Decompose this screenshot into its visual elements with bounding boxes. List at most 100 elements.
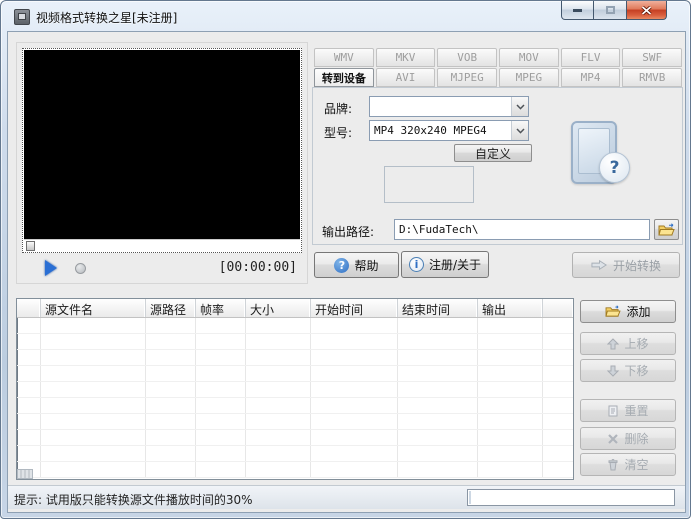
stop-icon[interactable] — [75, 263, 86, 274]
tab-mpeg[interactable]: MPEG — [499, 68, 559, 87]
seek-bar[interactable] — [24, 239, 300, 251]
tab-mkv[interactable]: MKV — [376, 48, 436, 67]
table-row[interactable] — [17, 446, 573, 462]
brand-label: 品牌: — [324, 100, 352, 117]
app-window: 视频格式转换之星[未注册] [00:00:00] — [0, 0, 691, 519]
window-controls — [561, 1, 667, 20]
seek-thumb[interactable] — [26, 241, 35, 251]
table-cell — [543, 366, 573, 381]
brand-select[interactable] — [369, 96, 529, 117]
table-cell — [478, 414, 543, 429]
maximize-icon — [606, 6, 615, 14]
table-cell — [196, 446, 246, 461]
start-convert-button[interactable]: 开始转换 — [572, 252, 680, 278]
table-cell — [146, 382, 196, 397]
column-header-6[interactable]: 结束时间 — [398, 299, 478, 317]
table-row[interactable] — [17, 382, 573, 398]
table-cell — [196, 334, 246, 349]
output-path-input[interactable] — [394, 219, 650, 240]
tab-rmvb[interactable]: RMVB — [622, 68, 682, 87]
table-cell — [311, 334, 398, 349]
device-logo-box — [384, 166, 474, 203]
model-select[interactable]: MP4 320x240 MPEG4 — [369, 120, 529, 141]
arrow-up-icon — [607, 338, 619, 350]
column-header-7[interactable]: 输出 — [478, 299, 543, 317]
table-row[interactable] — [17, 398, 573, 414]
table-cell — [398, 350, 478, 365]
scroll-grip[interactable] — [17, 469, 33, 479]
format-tab-row-2: 转到设备AVIMJPEGMPEGMP4RMVB — [314, 68, 682, 87]
close-button[interactable] — [626, 1, 667, 20]
add-button[interactable]: 添加 — [580, 300, 676, 323]
table-cell — [246, 350, 311, 365]
table-cell — [478, 398, 543, 413]
table-cell — [246, 462, 311, 477]
table-cell — [398, 398, 478, 413]
column-header-2[interactable]: 源路径 — [146, 299, 196, 317]
table-cell — [478, 350, 543, 365]
table-row[interactable] — [17, 414, 573, 430]
clear-button[interactable]: 清空 — [580, 453, 676, 476]
move-up-button[interactable]: 上移 — [580, 332, 676, 355]
table-cell — [398, 462, 478, 477]
tab-mjpeg[interactable]: MJPEG — [437, 68, 497, 87]
tab-mp4[interactable]: MP4 — [561, 68, 621, 87]
delete-button[interactable]: 删除 — [580, 427, 676, 450]
table-cell — [41, 414, 146, 429]
table-row[interactable] — [17, 430, 573, 446]
table-cell — [196, 318, 246, 333]
table-cell — [478, 430, 543, 445]
chevron-down-icon[interactable] — [511, 97, 528, 116]
tab-wmv[interactable]: WMV — [314, 48, 374, 67]
table-cell — [478, 366, 543, 381]
help-button[interactable]: ? 帮助 — [314, 252, 399, 278]
tab-vob[interactable]: VOB — [437, 48, 497, 67]
table-cell — [543, 350, 573, 365]
tab-flv[interactable]: FLV — [561, 48, 621, 67]
table-cell — [17, 366, 41, 381]
column-header-blank-8[interactable] — [543, 299, 573, 317]
table-cell — [41, 398, 146, 413]
column-header-4[interactable]: 大小 — [246, 299, 311, 317]
table-cell — [41, 382, 146, 397]
table-row[interactable] — [17, 334, 573, 350]
tab-转到设备[interactable]: 转到设备 — [314, 68, 374, 87]
table-cell — [17, 334, 41, 349]
table-cell — [146, 414, 196, 429]
tab-mov[interactable]: MOV — [499, 48, 559, 67]
column-header-blank-0[interactable] — [17, 299, 41, 317]
delete-label: 删除 — [624, 430, 648, 447]
browse-folder-button[interactable] — [654, 219, 679, 240]
title-bar[interactable]: 视频格式转换之星[未注册] — [1, 1, 690, 31]
column-header-1[interactable]: 源文件名 — [41, 299, 146, 317]
table-cell — [146, 318, 196, 333]
table-row[interactable] — [17, 318, 573, 334]
table-cell — [41, 318, 146, 333]
help-icon: ? — [334, 258, 349, 273]
tab-avi[interactable]: AVI — [376, 68, 436, 87]
table-cell — [478, 462, 543, 477]
table-cell — [146, 398, 196, 413]
status-bar: 提示: 试用版只能转换源文件播放时间的30% — [8, 485, 685, 509]
model-label: 型号: — [324, 124, 352, 141]
tab-swf[interactable]: SWF — [622, 48, 682, 67]
register-about-button[interactable]: i 注册/关于 — [401, 251, 489, 278]
column-header-5[interactable]: 开始时间 — [311, 299, 398, 317]
table-row[interactable] — [17, 350, 573, 366]
table-cell — [311, 366, 398, 381]
maximize-button[interactable] — [594, 1, 626, 20]
reset-button[interactable]: 重置 — [580, 399, 676, 422]
minimize-button[interactable] — [561, 1, 594, 20]
table-row[interactable] — [17, 462, 573, 478]
column-header-3[interactable]: 帧率 — [196, 299, 246, 317]
table-cell — [311, 430, 398, 445]
move-down-button[interactable]: 下移 — [580, 359, 676, 382]
table-row[interactable] — [17, 366, 573, 382]
customize-button[interactable]: 自定义 — [454, 144, 532, 162]
help-label: 帮助 — [354, 257, 378, 274]
table-cell — [17, 430, 41, 445]
chevron-down-icon[interactable] — [511, 121, 528, 140]
file-list-table: 源文件名源路径帧率大小开始时间结束时间输出 — [16, 298, 574, 480]
table-cell — [478, 382, 543, 397]
play-icon[interactable] — [45, 260, 57, 276]
